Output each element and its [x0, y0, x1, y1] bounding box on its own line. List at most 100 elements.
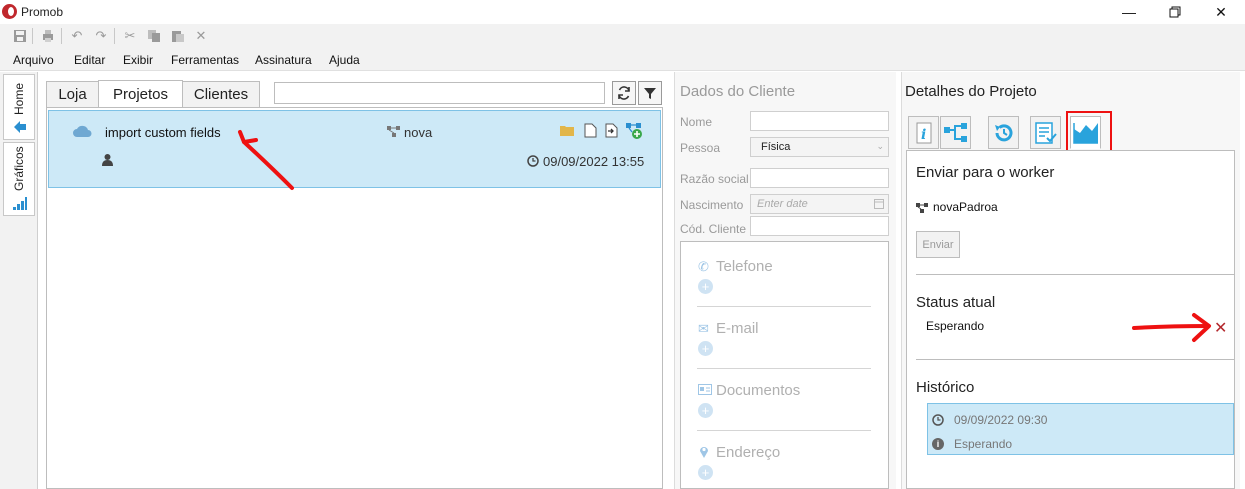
nascimento-placeholder: Enter date [757, 198, 808, 210]
divider [697, 430, 871, 431]
minimize-icon[interactable]: — [1106, 0, 1152, 24]
filter-button[interactable] [638, 81, 662, 105]
menu-assinatura[interactable]: Assinatura [255, 53, 312, 67]
workflow-icon [916, 202, 928, 216]
send-button[interactable]: Enviar [916, 231, 960, 258]
paste-icon[interactable] [169, 27, 187, 45]
bar-chart-icon [12, 195, 28, 214]
nome-field[interactable] [750, 111, 889, 131]
tab-loja[interactable]: Loja [46, 81, 99, 108]
nome-label: Nome [680, 115, 713, 129]
map-marker-icon [699, 445, 709, 461]
filter-icon [644, 88, 656, 99]
add-telefone-button[interactable]: + [698, 279, 713, 294]
endereco-title: Endereço [716, 444, 781, 461]
documentos-title: Documentos [716, 382, 801, 399]
calendar-icon[interactable] [874, 198, 884, 212]
workflow-icon [387, 126, 400, 140]
tab-clientes[interactable]: Clientes [182, 81, 260, 108]
refresh-icon [618, 86, 630, 100]
toolbar-separator [114, 28, 115, 44]
annotation-arrow-project [238, 130, 294, 190]
history-datetime: 09/09/2022 09:30 [954, 413, 1048, 427]
cod-cliente-field[interactable] [750, 216, 889, 236]
tab-checklist[interactable] [1030, 116, 1061, 149]
home-icon [12, 119, 28, 138]
restore-icon[interactable] [1152, 0, 1198, 24]
cloud-icon [72, 124, 92, 141]
tab-history[interactable] [988, 116, 1019, 149]
user-icon [102, 154, 113, 169]
info-icon: i [916, 122, 931, 143]
export-icon[interactable] [605, 123, 618, 141]
info-icon: i [932, 438, 944, 450]
side-tab-graficos[interactable]: Gráficos [3, 142, 35, 216]
tab-info[interactable]: i [908, 116, 939, 149]
email-title: E-mail [716, 320, 759, 337]
tab-projetos[interactable]: Projetos [98, 80, 183, 108]
history-status: Esperando [954, 437, 1013, 451]
history-icon [994, 123, 1012, 141]
divider [916, 274, 1235, 275]
copy-icon[interactable] [145, 27, 163, 45]
status-value: Esperando [926, 319, 985, 333]
list-item[interactable] [48, 110, 661, 188]
side-tab-label: Home [12, 82, 26, 115]
close-icon[interactable]: ✕ [1198, 0, 1244, 24]
divider [697, 368, 871, 369]
menu-exibir[interactable]: Exibir [123, 53, 153, 67]
save-icon[interactable] [11, 27, 29, 45]
tab-workflow[interactable] [940, 116, 971, 149]
title-bar [0, 0, 1245, 24]
history-section-title: Histórico [916, 379, 975, 396]
razao-social-label: Razão social [680, 172, 749, 186]
id-card-icon [698, 384, 712, 398]
mail-icon: ✉ [698, 321, 709, 336]
project-name[interactable]: import custom fields [105, 125, 221, 140]
side-tab-label: Gráficos [12, 146, 26, 191]
add-endereco-button[interactable]: + [698, 465, 713, 480]
menu-ajuda[interactable]: Ajuda [329, 53, 360, 67]
side-tab-home[interactable]: Home [3, 74, 35, 140]
menu-ferramentas[interactable]: Ferramentas [171, 53, 239, 67]
app-logo-icon [2, 4, 17, 19]
add-workflow-icon[interactable] [626, 123, 643, 143]
pessoa-select[interactable]: Física ⌄ [750, 137, 889, 157]
toolbar-separator [32, 28, 33, 44]
razao-social-field[interactable] [750, 168, 889, 188]
cut-icon[interactable]: ✂ [121, 27, 139, 45]
refresh-button[interactable] [612, 81, 636, 105]
cod-cliente-label: Cód. Cliente [680, 222, 747, 236]
nascimento-field[interactable]: Enter date [750, 194, 889, 214]
document-icon[interactable] [584, 123, 597, 141]
redo-icon[interactable]: ↷ [92, 27, 110, 45]
search-input[interactable] [274, 82, 605, 104]
delete-icon[interactable]: ✕ [192, 27, 210, 45]
divider [916, 359, 1235, 360]
add-email-button[interactable]: + [698, 341, 713, 356]
project-datetime: 09/09/2022 13:55 [543, 154, 645, 169]
print-icon[interactable] [39, 27, 57, 45]
chevron-down-icon: ⌄ [876, 141, 884, 151]
svg-text:i: i [921, 127, 926, 143]
details-panel-title: Detalhes do Projeto [905, 83, 1037, 100]
status-section-title: Status atual [916, 294, 996, 311]
add-documentos-button[interactable]: + [698, 403, 713, 418]
folder-icon[interactable] [560, 124, 575, 140]
menu-editar[interactable]: Editar [74, 53, 105, 67]
pessoa-value: Física [761, 141, 791, 153]
send-section-title: Enviar para o worker [916, 164, 1055, 181]
telefone-title: Telefone [716, 258, 773, 275]
clock-icon [932, 414, 944, 429]
toolbar-separator [61, 28, 62, 44]
menu-arquivo[interactable]: Arquivo [13, 53, 54, 67]
project-worker: nova [404, 125, 433, 140]
pessoa-label: Pessoa [680, 141, 721, 155]
divider [697, 306, 871, 307]
undo-icon[interactable]: ↶ [68, 27, 86, 45]
clock-icon [527, 155, 539, 170]
client-panel-title: Dados do Cliente [680, 83, 796, 100]
phone-icon: ✆ [698, 259, 709, 274]
window-title: Promob [21, 5, 64, 19]
workflow-icon [943, 122, 967, 142]
